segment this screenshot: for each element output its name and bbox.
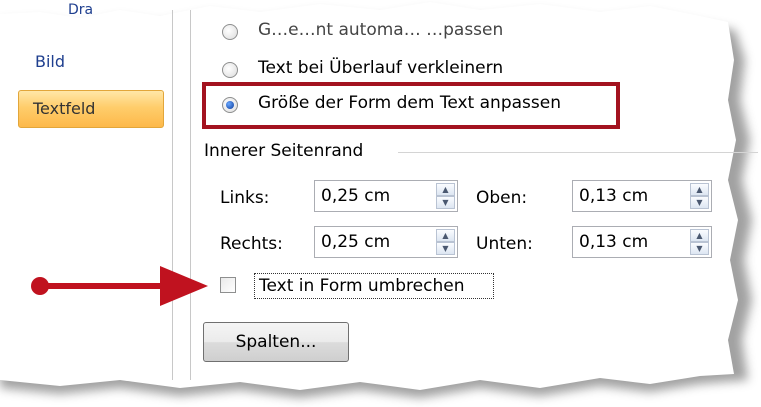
group-divider (398, 152, 758, 153)
radio-autofit-option-label: G…e…nt automa… …passen (258, 20, 504, 40)
top-margin-value: 0,13 cm (579, 186, 649, 206)
spin-down-icon[interactable]: ▼ (436, 196, 455, 209)
top-margin-label: Oben: (476, 188, 528, 208)
radio-resize-shape-to-fit-text[interactable] (222, 97, 238, 113)
spin-up-icon[interactable]: ▲ (690, 229, 709, 242)
bottom-margin-spinner[interactable]: 0,13 cm ▲ ▼ (572, 226, 712, 258)
sidebar-item-partial[interactable]: Dra (68, 2, 93, 18)
sidebar-divider (190, 10, 191, 380)
radio-shrink-on-overflow-label: Text bei Überlauf verkleinern (258, 58, 504, 78)
left-margin-value: 0,25 cm (321, 186, 391, 206)
right-margin-label: Rechts: (220, 234, 283, 254)
group-title-inner-margin: Innerer Seitenrand (204, 141, 364, 161)
bottom-margin-value: 0,13 cm (579, 232, 649, 252)
spin-down-icon[interactable]: ▼ (436, 242, 455, 255)
sidebar-divider (172, 10, 173, 380)
radio-autofit-option[interactable] (222, 24, 238, 40)
red-arrow-icon (31, 266, 208, 306)
sidebar-item-label: Textfeld (33, 99, 96, 118)
spin-up-icon[interactable]: ▲ (436, 229, 455, 242)
bottom-margin-label: Unten: (476, 234, 533, 254)
left-margin-spinner[interactable]: 0,25 cm ▲ ▼ (314, 180, 458, 212)
spin-down-icon[interactable]: ▼ (690, 196, 709, 209)
right-margin-value: 0,25 cm (321, 232, 391, 252)
right-margin-spinner[interactable]: 0,25 cm ▲ ▼ (314, 226, 458, 258)
radio-resize-shape-to-fit-text-label: Größe der Form dem Text anpassen (258, 93, 561, 113)
top-margin-spinner[interactable]: 0,13 cm ▲ ▼ (572, 180, 712, 212)
spin-up-icon[interactable]: ▲ (436, 183, 455, 196)
wrap-text-checkbox[interactable] (220, 277, 236, 293)
spin-down-icon[interactable]: ▼ (690, 242, 709, 255)
wrap-text-label[interactable]: Text in Form umbrechen (259, 276, 464, 296)
spin-up-icon[interactable]: ▲ (690, 183, 709, 196)
sidebar-item-textfeld[interactable]: Textfeld (18, 90, 164, 128)
radio-shrink-on-overflow[interactable] (222, 62, 238, 78)
left-margin-label: Links: (220, 188, 270, 208)
sidebar-item-bild[interactable]: Bild (35, 52, 65, 71)
columns-button[interactable]: Spalten... (203, 322, 349, 362)
sidebar: Dra Bild Textfeld (0, 0, 172, 407)
